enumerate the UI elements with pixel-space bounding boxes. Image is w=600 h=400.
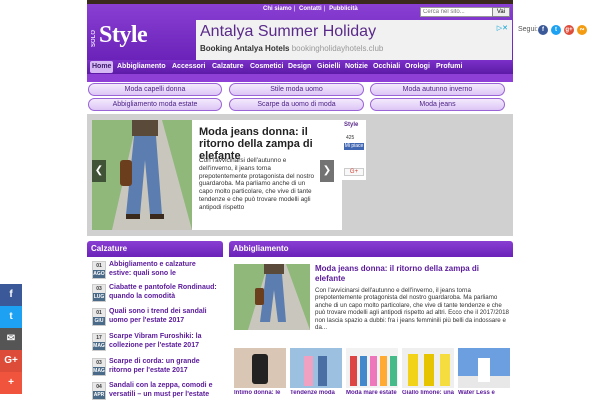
date-badge: 01 GIU <box>92 308 106 326</box>
slider-prev-arrow[interactable]: ❮ <box>92 160 106 182</box>
social-widget: Style 425 Mi piace G+ <box>342 120 366 180</box>
link-contatti[interactable]: Contatti <box>297 6 324 12</box>
date-badge: 01 AGO <box>92 261 106 279</box>
logo-small-text: SOLO <box>91 30 97 48</box>
article-title[interactable]: Moda jeans donna: il ritorno della zampa… <box>315 264 510 283</box>
thumbnail[interactable] <box>402 348 454 388</box>
slide-text: Con l'avvicinarsi dell'autunno e dell'in… <box>199 157 315 211</box>
nav-profumi[interactable]: Profumi <box>434 61 464 73</box>
nav-notizie[interactable]: Notizie <box>343 61 370 73</box>
main-nav: Home Abbigliamento Accessori Calzature C… <box>87 60 513 74</box>
thumbnail[interactable] <box>458 348 510 388</box>
date-badge: 17 MAG <box>92 333 106 351</box>
nav-calzature[interactable]: Calzature <box>210 61 246 73</box>
list-item[interactable]: 03 LUG Ciabatte e pantofole Rondinaud: qu… <box>92 284 220 306</box>
list-item-title[interactable]: Abbigliamento e calzature estive: quali … <box>109 261 219 278</box>
ad-title[interactable]: Antalya Summer Holiday <box>200 23 376 41</box>
google-plus-button[interactable]: G+ <box>344 168 364 176</box>
pill-stile-moda-uomo[interactable]: Stile moda uomo <box>229 83 364 96</box>
pill-moda-jeans[interactable]: Moda jeans <box>370 98 505 111</box>
follow-label: Segui: <box>518 26 538 33</box>
ad-domain: bookingholidayhotels.club <box>291 44 384 53</box>
thumbnail-caption[interactable]: Tendenze moda <box>290 390 344 397</box>
plus-icon[interactable]: + <box>0 372 22 394</box>
thumbnail[interactable] <box>290 348 342 388</box>
google-plus-icon[interactable]: g+ <box>564 25 574 35</box>
thumbnail[interactable] <box>346 348 398 388</box>
facebook-like-button[interactable]: Mi piace <box>344 143 364 150</box>
nav-accessori[interactable]: Accessori <box>170 61 207 73</box>
google-plus-icon[interactable]: G+ <box>0 350 22 372</box>
pill-scarpe-uomo-moda[interactable]: Scarpe da uomo di moda <box>229 98 364 111</box>
article-photo[interactable] <box>234 264 310 330</box>
search-button[interactable]: Vai <box>492 7 510 17</box>
nav-home[interactable]: Home <box>90 61 114 73</box>
thumbnail-caption[interactable]: Moda mare estate <box>346 390 400 397</box>
pill-moda-autunno-inverno[interactable]: Moda autunno inverno <box>370 83 505 96</box>
widget-brand: Style <box>344 122 359 128</box>
article-excerpt: Con l'avvicinarsi dell'autunno e dell'in… <box>315 287 509 332</box>
nav-gioielli[interactable]: Gioielli <box>315 61 342 73</box>
nav-cosmetici[interactable]: Cosmetici <box>248 61 285 73</box>
nav-design[interactable]: Design <box>286 61 313 73</box>
date-badge: 03 MAG <box>92 358 106 376</box>
thumbnail-caption[interactable]: Water Less e <box>458 390 512 397</box>
list-item[interactable]: 04 APR Sandali con la zeppa, comodi e ver… <box>92 382 220 400</box>
twitter-icon[interactable]: t <box>551 25 561 35</box>
date-badge: 03 LUG <box>92 284 106 302</box>
search-input[interactable] <box>420 7 494 17</box>
list-item-title[interactable]: Scarpe di corda: un grande ritorno per l… <box>109 358 219 375</box>
slide-photo[interactable] <box>92 120 192 230</box>
nav-occhiali[interactable]: Occhiali <box>371 61 402 73</box>
pill-abbigliamento-moda-estate[interactable]: Abbigliamento moda estate <box>88 98 222 111</box>
list-item-title[interactable]: Ciabatte e pantofole Rondinaud: quando l… <box>109 284 219 301</box>
ad-subtitle: Booking Antalya Hotels bookingholidayhot… <box>200 44 384 53</box>
slider-next-arrow[interactable]: ❯ <box>320 160 334 182</box>
facebook-icon[interactable]: f <box>538 25 548 35</box>
facebook-icon[interactable]: f <box>0 284 22 306</box>
email-icon[interactable]: ✉ <box>0 328 22 350</box>
link-chi-siamo[interactable]: Chi siamo <box>261 6 294 12</box>
twitter-icon[interactable]: t <box>0 306 22 328</box>
list-item-title[interactable]: Sandali con la zeppa, comodi e versatili… <box>109 382 219 399</box>
date-badge: 04 APR <box>92 382 106 400</box>
calzature-heading[interactable]: Calzature <box>87 241 223 257</box>
top-links: Chi siamo | Contatti | Pubblicità <box>261 6 360 12</box>
list-item[interactable]: 01 AGO Abbigliamento e calzature estive: … <box>92 261 220 283</box>
list-item[interactable]: 17 MAG Scarpe Vibram Furoshiki: la collez… <box>92 333 220 355</box>
nav-abbigliamento[interactable]: Abbigliamento <box>115 61 168 73</box>
abbigliamento-heading[interactable]: Abbigliamento <box>229 241 513 257</box>
thumbnail[interactable] <box>234 348 286 388</box>
list-item[interactable]: 03 MAG Scarpe di corda: un grande ritorno… <box>92 358 220 380</box>
thumbnail-caption[interactable]: Giallo limone: una <box>402 390 456 397</box>
pill-moda-capelli-donna[interactable]: Moda capelli donna <box>88 83 222 96</box>
logo-text: Style <box>99 22 148 48</box>
list-item-title[interactable]: Scarpe Vibram Furoshiki: la collezione p… <box>109 333 219 350</box>
ad-banner[interactable]: Antalya Summer Holiday Booking Antalya H… <box>196 20 512 60</box>
list-item[interactable]: 01 GIU Quali sono i trend dei sandali uom… <box>92 308 220 330</box>
ad-choices-icon[interactable]: ▷✕ <box>497 24 508 32</box>
nav-orologi[interactable]: Orologi <box>403 61 432 73</box>
site-logo[interactable]: SOLO Style <box>91 18 191 56</box>
thumbnail-caption[interactable]: Intimo donna: le <box>234 390 288 397</box>
list-item-title[interactable]: Quali sono i trend dei sandali uomo per … <box>109 308 219 325</box>
link-pubblicita[interactable]: Pubblicità <box>327 6 360 12</box>
nav-sub-band <box>87 74 513 82</box>
like-count: 425 <box>346 135 355 141</box>
rss-icon[interactable]: ∾ <box>577 25 587 35</box>
